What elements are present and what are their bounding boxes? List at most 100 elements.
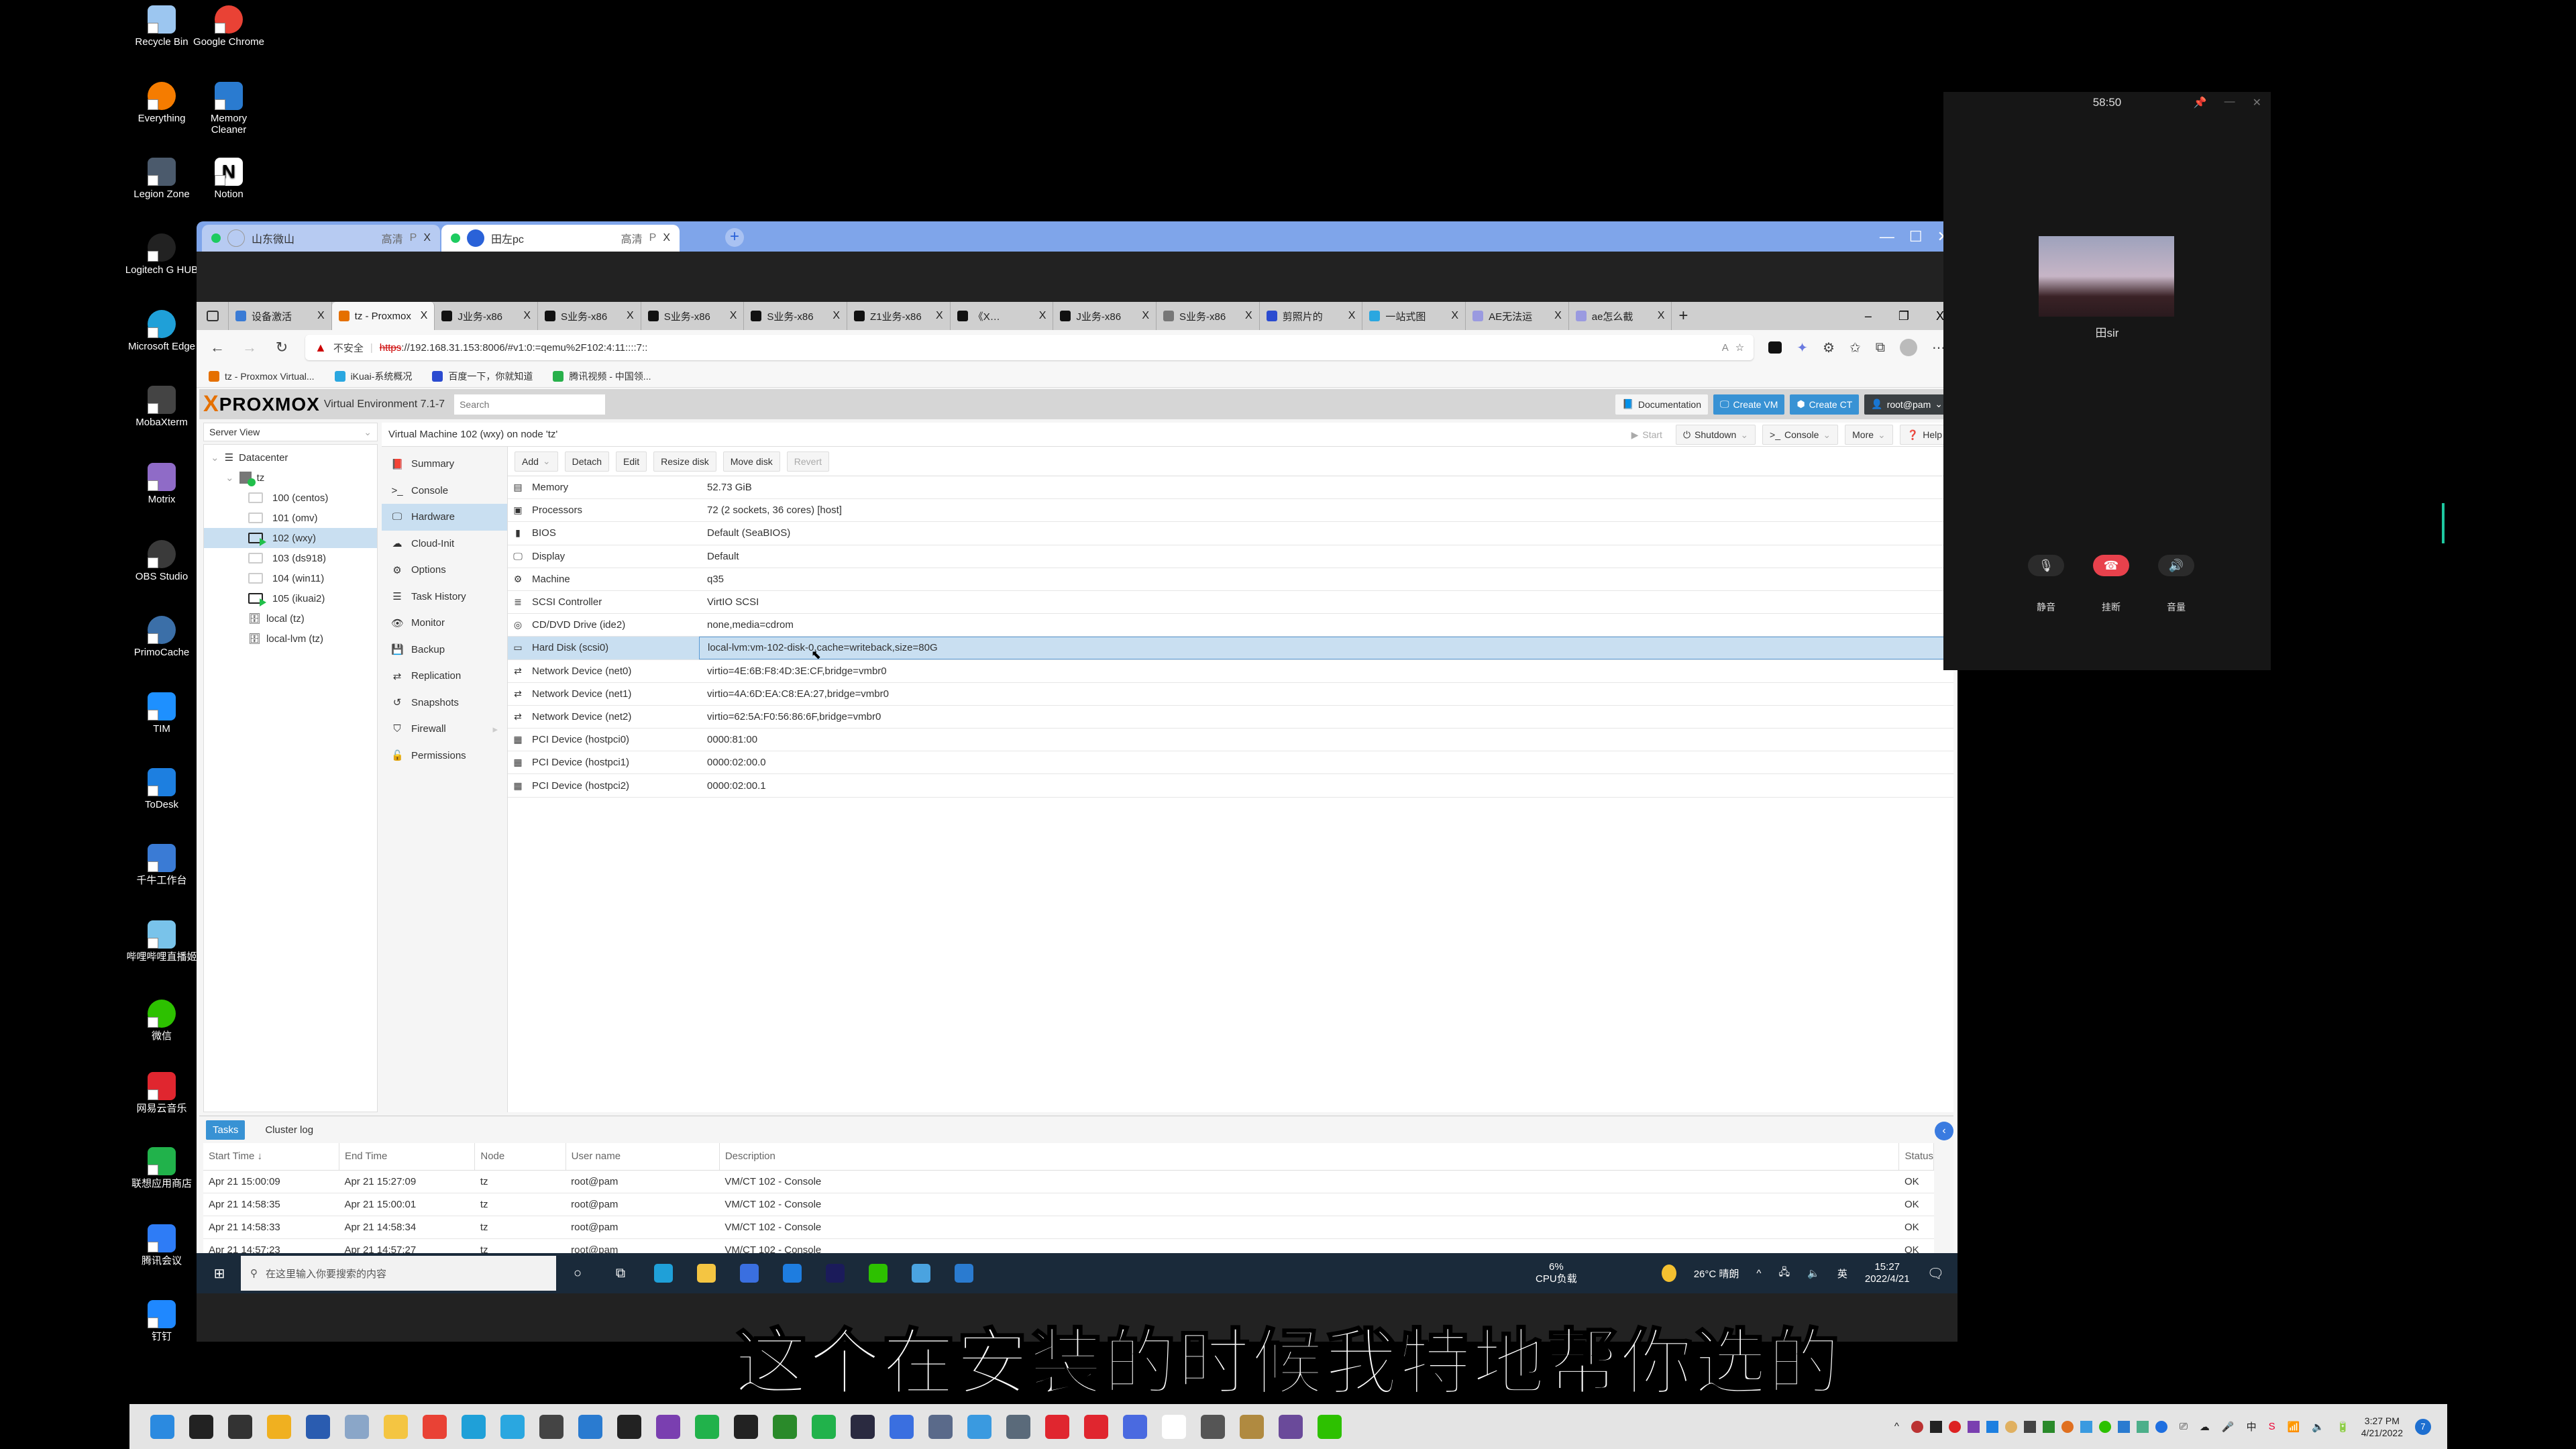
cloud-icon[interactable]: ☁ [2200, 1421, 2210, 1433]
tray-icon[interactable] [2042, 1420, 2055, 1433]
remote-tab-tianzuo[interactable]: 田左pc 高清 P X [441, 225, 680, 252]
host-taskbar-app-icon[interactable] [1240, 1414, 1264, 1439]
resize-disk-button[interactable]: Resize disk [653, 451, 716, 472]
hangup-button[interactable]: ☎ [2093, 555, 2129, 576]
help-button[interactable]: ❓ Help [1899, 425, 1949, 445]
column-header[interactable]: Start Time ↓ [203, 1143, 339, 1171]
p-label[interactable]: P [410, 232, 417, 244]
host-taskbar-app-icon[interactable] [306, 1414, 330, 1439]
close-tab-button[interactable]: X [730, 310, 737, 322]
create-ct-button[interactable]: ⬢ Create CT [1790, 394, 1860, 415]
mute-button[interactable]: 🎙 [2028, 555, 2064, 576]
desktop-icon-todesk[interactable]: ToDesk [125, 768, 199, 810]
tray-icon[interactable] [1911, 1420, 1923, 1433]
host-taskbar-app-icon[interactable] [812, 1414, 836, 1439]
close-button[interactable]: ✕ [2253, 96, 2261, 109]
hardware-row[interactable]: ⚙ Machine q35 [508, 568, 1953, 591]
table-row[interactable]: Apr 21 14:58:35 Apr 21 15:00:01 tz root@pam… [203, 1193, 1934, 1216]
browser-tab[interactable]: S业务-x86 X [744, 302, 848, 330]
taskbar-search-input[interactable]: ⚲ 在这里输入你要搜索的内容 [241, 1256, 556, 1291]
tree-vm[interactable]: 101 (omv) [204, 508, 377, 528]
hardware-row[interactable]: ⇄ Network Device (net1) virtio=4A:6D:EA:C8… [508, 683, 1953, 706]
taskbar-app-file-explorer[interactable] [690, 1257, 722, 1289]
favorite-link[interactable]: tz - Proxmox Virtual... [209, 370, 315, 382]
weather-text[interactable]: 26°C 晴朗 [1694, 1267, 1739, 1281]
tree-storage-local[interactable]: 🗄 local (tz) [204, 608, 377, 629]
host-taskbar-app-icon[interactable] [695, 1414, 719, 1439]
tree-storage-local-lvm[interactable]: 🗄 local-lvm (tz) [204, 629, 377, 649]
tree-vm[interactable]: 104 (win11) [204, 568, 377, 588]
profile-avatar[interactable] [1900, 339, 1917, 356]
submenu-item-backup[interactable]: 💾 Backup [382, 637, 507, 663]
browser-tab[interactable]: J业务-x86 X [1053, 302, 1157, 330]
console-button[interactable]: >_ Console ⌄ [1762, 425, 1839, 445]
table-row[interactable]: Apr 21 15:00:09 Apr 21 15:27:09 tz root@pam… [203, 1170, 1934, 1193]
add-button[interactable]: Add ⌄ [515, 451, 558, 472]
minimize-button[interactable]: – [1865, 309, 1872, 323]
close-tab-button[interactable]: X [1658, 310, 1665, 322]
host-taskbar-app-icon[interactable] [656, 1414, 680, 1439]
close-tab-button[interactable]: X [1348, 310, 1356, 322]
p-label[interactable]: P [649, 232, 657, 244]
pin-icon[interactable]: 📌 [2194, 96, 2207, 109]
hardware-row[interactable]: ▭ Hard Disk (scsi0) local-lvm:vm-102-disk-… [508, 637, 1953, 660]
host-taskbar-app-icon[interactable] [1084, 1414, 1108, 1439]
desktop-icon-netease-music[interactable]: 网易云音乐 [125, 1072, 199, 1114]
user-menu-button[interactable]: 👤 root@pam ⌄ [1864, 394, 1949, 415]
hardware-row[interactable]: ▮ BIOS Default (SeaBIOS) [508, 522, 1953, 545]
start-button[interactable]: ▶ Start [1625, 425, 1669, 445]
submenu-item-task-history[interactable]: ☰ Task History [382, 584, 507, 610]
host-taskbar-app-icon[interactable] [462, 1414, 486, 1439]
desktop-icon-qianniu[interactable]: 千牛工作台 [125, 844, 199, 886]
wifi-icon[interactable]: 📶 [2288, 1421, 2300, 1433]
close-tab-button[interactable]: X [1554, 310, 1562, 322]
desktop-icon-mobaxterm[interactable]: MobaXterm [125, 386, 199, 428]
host-taskbar-app-icon[interactable] [384, 1414, 408, 1439]
hardware-row[interactable]: ▣ Processors 72 (2 sockets, 36 cores) [hos… [508, 499, 1953, 523]
edit-button[interactable]: Edit [616, 451, 647, 472]
hardware-row[interactable]: ⇄ Network Device (net2) virtio=62:5A:F0:56… [508, 706, 1953, 729]
chevron-up-icon[interactable]: ^ [1756, 1268, 1761, 1279]
host-taskbar-app-icon[interactable] [189, 1414, 213, 1439]
tree-vm[interactable]: 102 (wxy) [204, 528, 377, 548]
column-header[interactable]: Description [719, 1143, 1900, 1171]
tree-datacenter[interactable]: ⌄ ☰ Datacenter [204, 447, 377, 468]
close-tab-button[interactable]: X [936, 310, 943, 322]
cortana-button[interactable]: ○ [561, 1257, 594, 1289]
tree-node-tz[interactable]: ⌄ tz [204, 468, 377, 488]
hardware-row[interactable]: ▦ PCI Device (hostpci2) 0000:02:00.1 [508, 774, 1953, 798]
documentation-button[interactable]: 📘 Documentation [1615, 394, 1709, 415]
host-taskbar-app-icon[interactable] [1045, 1414, 1069, 1439]
desktop-icon-tim[interactable]: TIM [125, 692, 199, 735]
browser-tab[interactable]: AE无法运 X [1466, 302, 1569, 330]
maximize-button[interactable]: ☐ [1909, 228, 1923, 246]
submenu-item-cloud-init[interactable]: ☁ Cloud-Init [382, 531, 507, 557]
new-tab-button[interactable]: + [1672, 302, 1695, 330]
collections-icon[interactable]: ⧉ [1876, 340, 1885, 356]
extensions-icon[interactable]: ⚙ [1823, 339, 1835, 356]
revert-button[interactable]: Revert [786, 451, 829, 472]
column-header[interactable]: Status [1898, 1143, 1934, 1171]
quality-label[interactable]: 高清 [621, 230, 643, 246]
minimize-button[interactable]: — [2224, 96, 2235, 109]
browser-tab[interactable]: S业务-x86 X [641, 302, 745, 330]
ime-icon[interactable]: 中 [2247, 1419, 2257, 1434]
tray-icon[interactable] [2061, 1420, 2074, 1433]
quality-label[interactable]: 高清 [382, 230, 403, 246]
host-taskbar-app-icon[interactable] [423, 1414, 447, 1439]
close-tab-button[interactable]: X [1451, 310, 1458, 322]
add-favorite-icon[interactable]: ☆ [1735, 341, 1744, 354]
close-tab-button[interactable]: X [523, 310, 531, 322]
desktop-icon-bilibili-live[interactable]: 哔哩哔哩直播姬 [125, 920, 199, 963]
forward-button[interactable]: → [241, 339, 258, 356]
close-tab-button[interactable]: X [1142, 310, 1149, 322]
hardware-row[interactable]: ▦ PCI Device (hostpci0) 0000:81:00 [508, 729, 1953, 752]
hardware-row[interactable]: 🖵 Display Default [508, 545, 1953, 568]
battery-icon[interactable]: 🔋 [2337, 1421, 2349, 1433]
not-secure-label[interactable]: 不安全 [333, 341, 364, 355]
tree-vm[interactable]: 105 (ikuai2) [204, 588, 377, 608]
clock[interactable]: 3:27 PM 4/21/2022 [2361, 1415, 2403, 1439]
tray-icon[interactable] [2023, 1420, 2036, 1433]
host-taskbar-app-icon[interactable] [1123, 1414, 1147, 1439]
host-taskbar-app-icon[interactable] [267, 1414, 291, 1439]
